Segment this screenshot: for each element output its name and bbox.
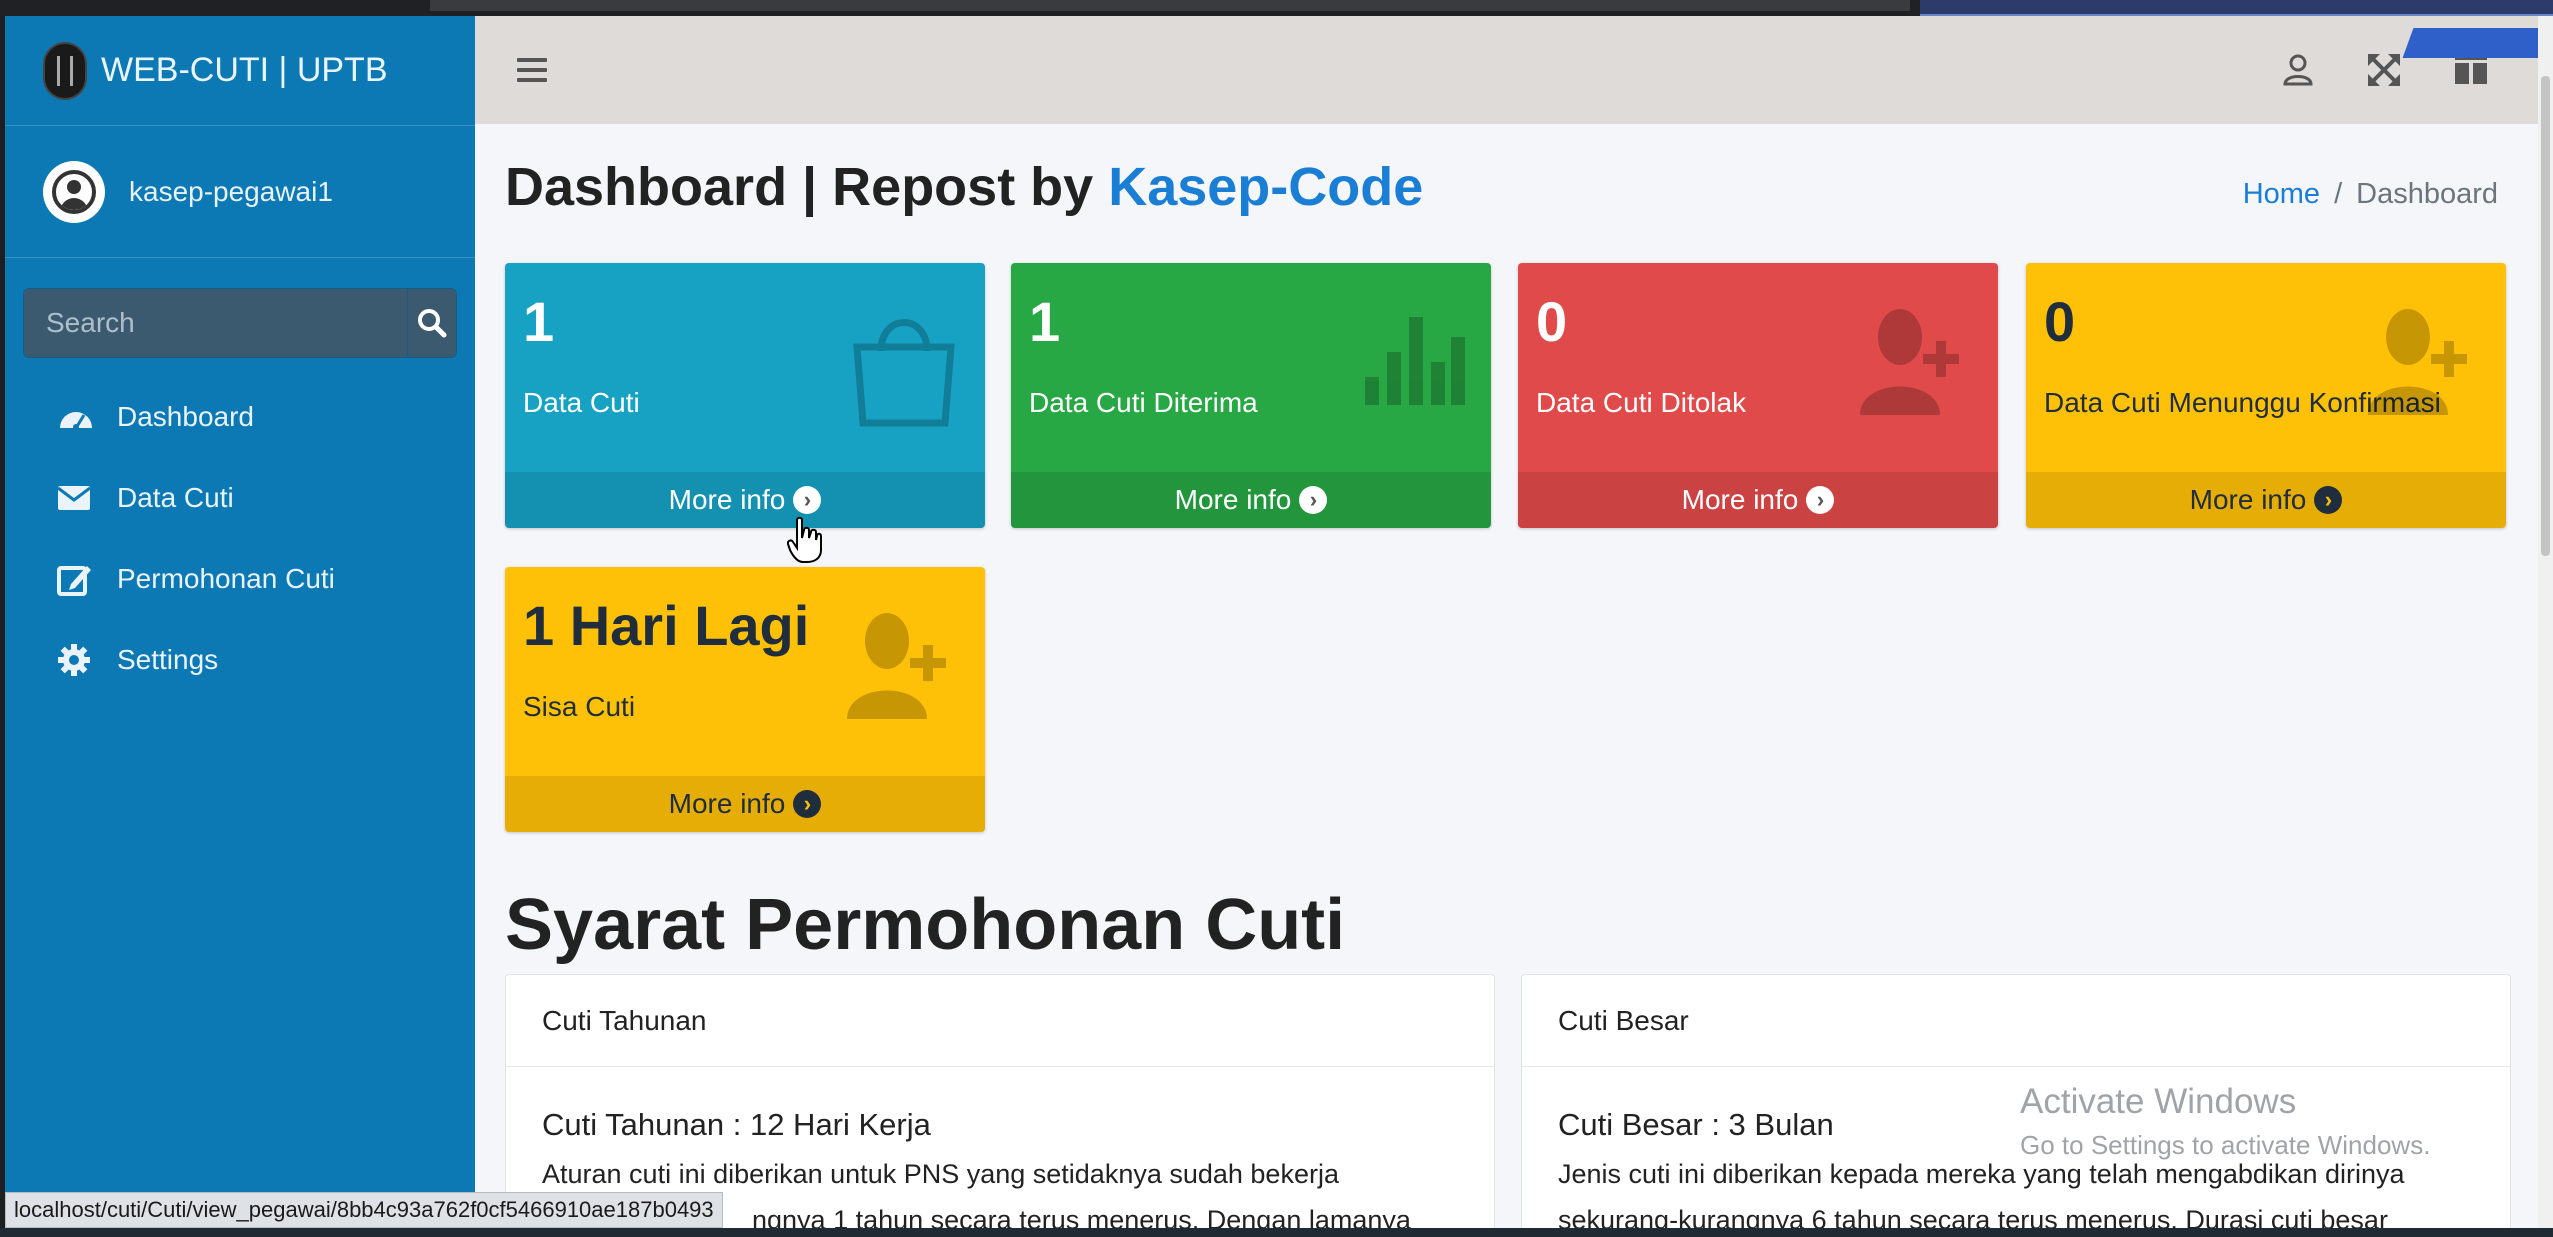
hand-cursor-icon — [787, 516, 822, 563]
more-info-label: More info — [1174, 484, 1292, 515]
envelope-icon — [57, 485, 97, 511]
edit-icon — [57, 562, 97, 596]
shopping-bag-icon — [849, 307, 959, 432]
status-bar-url: localhost/cuti/Cuti/view_pegawai/8bb4c93… — [5, 1192, 723, 1228]
sidebar-item-settings[interactable]: Settings — [5, 619, 475, 700]
brand-title: WEB-CUTI | UPTB — [101, 51, 388, 89]
more-info-label: More info — [2189, 484, 2307, 515]
search-icon — [418, 309, 447, 338]
box-label: Data Cuti Ditolak — [1536, 387, 1747, 418]
small-box-data-cuti-menunggu: 0 Data Cuti Menunggu Konfirmasi More inf… — [2026, 263, 2506, 528]
dashboard-icon — [57, 402, 97, 432]
brand-link[interactable]: WEB-CUTI | UPTB — [5, 16, 475, 126]
windows-activation-watermark: Activate Windows Go to Settings to activ… — [2020, 1082, 2430, 1161]
grid-icon[interactable] — [2455, 54, 2487, 89]
breadcrumb-home[interactable]: Home — [2243, 178, 2320, 210]
sidebar-item-label: Data Cuti — [117, 481, 234, 513]
user-plus-icon — [1860, 307, 1972, 422]
scrollbar[interactable] — [2538, 16, 2553, 1237]
arrow-circle-right-icon: › — [793, 486, 822, 514]
search-button[interactable] — [407, 289, 456, 357]
more-info-label: More info — [668, 484, 786, 515]
more-info-link[interactable]: More info › — [1518, 472, 1998, 528]
more-info-label: More info — [668, 788, 786, 819]
more-info-label: More info — [1681, 484, 1799, 515]
breadcrumb-current: Dashboard — [2356, 178, 2498, 210]
taskbar — [0, 1228, 2553, 1237]
box-value: 0 — [1536, 290, 1568, 353]
section-title: Syarat Permohonan Cuti — [505, 885, 1346, 965]
brand-logo — [43, 41, 87, 100]
more-info-link[interactable]: More info › — [505, 776, 985, 832]
box-value: 1 Hari Lagi — [523, 594, 810, 657]
user-panel[interactable]: kasep-pegawai1 — [5, 126, 475, 258]
more-info-link[interactable]: More info › — [505, 472, 985, 528]
sidebar-item-dashboard[interactable]: Dashboard — [5, 376, 475, 457]
small-box-data-cuti-ditolak: 0 Data Cuti Ditolak More info › — [1518, 263, 1998, 528]
box-value: 0 — [2044, 290, 2076, 353]
scrollbar-thumb[interactable] — [2541, 76, 2550, 556]
box-value: 1 — [523, 290, 555, 353]
watermark-subtitle: Go to Settings to activate Windows. — [2020, 1130, 2431, 1160]
card-header: Cuti Tahunan — [506, 975, 1494, 1067]
content-header: Dashboard | Repost by Kasep-Code Home / Da… — [505, 156, 2498, 236]
sidebar-nav: Dashboard Data Cuti Permohonan Cuti Sett… — [5, 376, 475, 700]
small-box-sisa-cuti: 1 Hari Lagi Sisa Cuti More info › — [505, 567, 985, 832]
sidebar-item-permohonan-cuti[interactable]: Permohonan Cuti — [5, 538, 475, 619]
page-title: Dashboard | Repost by Kasep-Code — [505, 156, 2498, 218]
sidebar-item-data-cuti[interactable]: Data Cuti — [5, 457, 475, 538]
topbar — [475, 16, 2538, 124]
card-subtitle: Cuti Tahunan : 12 Hari Kerja — [542, 1107, 931, 1142]
watermark-title: Activate Windows — [2020, 1082, 2297, 1121]
sidebar-item-label: Permohonan Cuti — [117, 562, 335, 594]
user-plus-icon — [2368, 307, 2480, 422]
breadcrumb-separator: / — [2334, 178, 2343, 210]
more-info-link[interactable]: More info › — [1011, 472, 1491, 528]
gear-icon — [57, 643, 97, 677]
fullscreen-icon[interactable] — [2368, 54, 2400, 91]
main-content: Dashboard | Repost by Kasep-Code Home / Da… — [475, 16, 2538, 1237]
arrow-circle-right-icon: › — [1806, 486, 1835, 514]
bar-chart-icon — [1365, 307, 1465, 412]
avatar — [43, 160, 105, 223]
user-name[interactable]: kasep-pegawai1 — [129, 176, 333, 208]
more-info-link[interactable]: More info › — [2026, 472, 2506, 528]
search-input[interactable] — [24, 289, 407, 357]
sidebar: WEB-CUTI | UPTB kasep-pegawai1 Dashboard… — [5, 16, 475, 1237]
small-box-data-cuti-diterima: 1 Data Cuti Diterima More info › — [1011, 263, 1491, 528]
browser-top-strip — [0, 0, 2553, 16]
page-title-accent[interactable]: Kasep-Code — [1108, 157, 1423, 217]
sidebar-item-label: Dashboard — [117, 400, 254, 432]
arrow-circle-right-icon: › — [793, 790, 822, 818]
corner-flag — [2402, 28, 2538, 58]
box-value: 1 — [1029, 290, 1061, 353]
browser-tab-area — [430, 0, 1910, 11]
page-title-text: Dashboard | Repost by — [505, 157, 1109, 217]
user-icon[interactable] — [2283, 54, 2313, 91]
menu-toggle-icon[interactable] — [517, 58, 547, 82]
card-text-line: Aturan cuti ini diberikan untuk PNS yang… — [542, 1159, 1339, 1189]
sidebar-item-label: Settings — [117, 643, 219, 675]
box-label: Data Cuti — [523, 387, 640, 418]
browser-tab-active — [1920, 0, 2553, 16]
card-header: Cuti Besar — [1522, 975, 2510, 1067]
breadcrumb: Home / Dashboard — [2243, 178, 2498, 211]
box-label: Sisa Cuti — [523, 691, 636, 722]
arrow-circle-right-icon: › — [1299, 486, 1328, 514]
arrow-circle-right-icon: › — [2314, 486, 2343, 514]
user-plus-icon — [847, 611, 959, 726]
box-label: Data Cuti Diterima — [1029, 387, 1258, 418]
small-box-data-cuti: 1 Data Cuti More info › — [505, 263, 985, 528]
sidebar-search — [23, 288, 457, 358]
